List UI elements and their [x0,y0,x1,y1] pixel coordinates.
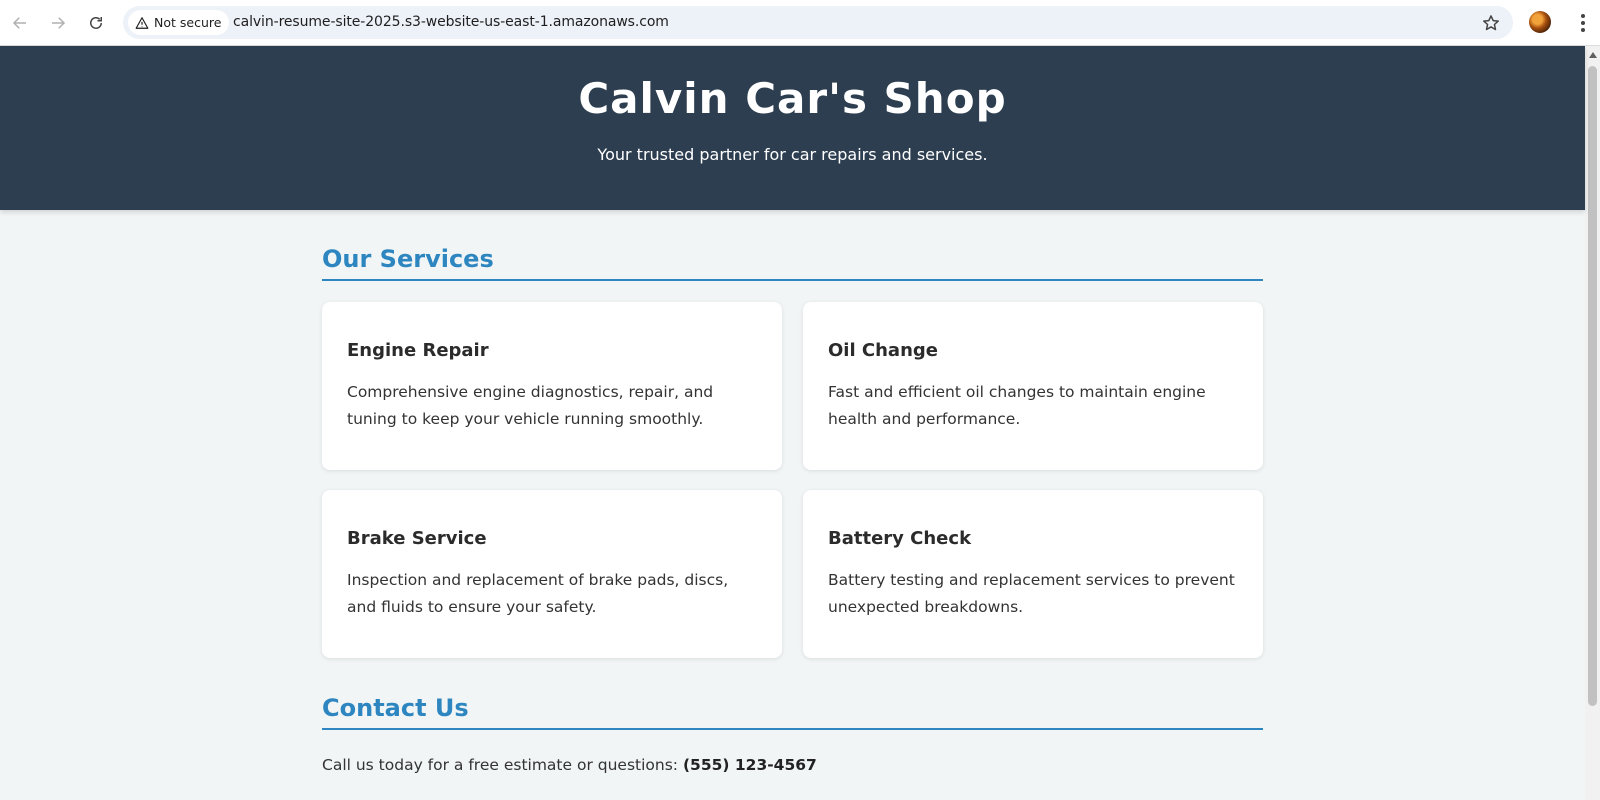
service-card-brake-service: Brake Service Inspection and replacement… [322,490,782,658]
address-bar[interactable]: Not secure calvin-resume-site-2025.s3-we… [123,6,1513,39]
service-title: Engine Repair [347,340,489,361]
scrollbar-thumb[interactable] [1588,66,1597,706]
services-grid: Engine Repair Comprehensive engine diagn… [322,302,1263,658]
service-description: Fast and efficient oil changes to mainta… [828,383,1206,428]
service-description: Battery testing and replacement services… [828,571,1235,616]
url-text[interactable]: calvin-resume-site-2025.s3-website-us-ea… [233,14,669,30]
arrow-right-icon [52,17,66,29]
contact-text: Call us today for a free estimate or que… [322,756,1263,774]
reload-button[interactable] [82,9,110,37]
profile-avatar[interactable] [1529,11,1551,33]
main-content: Our Services Engine Repair Comprehensive… [322,245,1263,774]
site-tagline: Your trusted partner for car repairs and… [597,145,988,164]
service-description: Inspection and replacement of brake pads… [347,571,729,616]
contact-heading: Contact Us [322,694,1263,730]
back-button[interactable] [6,9,34,37]
page-scrollbar[interactable] [1585,46,1600,800]
warning-icon [135,16,149,29]
contact-prompt: Call us today for a free estimate or que… [322,756,683,774]
service-card-engine-repair: Engine Repair Comprehensive engine diagn… [322,302,782,470]
service-title: Battery Check [828,528,972,549]
services-heading: Our Services [322,245,1263,281]
browser-toolbar: Not secure calvin-resume-site-2025.s3-we… [0,0,1600,46]
contact-phone: (555) 123-4567 [682,756,817,774]
security-chip[interactable]: Not secure [128,10,230,35]
site-header: Calvin Car's Shop Your trusted partner f… [0,46,1585,210]
service-card-oil-change: Oil Change Fast and efficient oil change… [803,302,1263,470]
service-card-battery-check: Battery Check Battery testing and replac… [803,490,1263,658]
site-title: Calvin Car's Shop [578,74,1007,123]
bookmark-star-icon[interactable] [1481,13,1501,33]
service-title: Oil Change [828,340,938,361]
arrow-left-icon [12,17,26,29]
forward-button[interactable] [44,9,72,37]
scroll-up-arrow-icon[interactable] [1589,52,1597,58]
browser-menu-icon[interactable] [1573,12,1593,34]
reload-icon [90,17,102,29]
security-label: Not secure [154,15,222,30]
service-description: Comprehensive engine diagnostics, repair… [347,383,714,428]
service-title: Brake Service [347,528,487,549]
